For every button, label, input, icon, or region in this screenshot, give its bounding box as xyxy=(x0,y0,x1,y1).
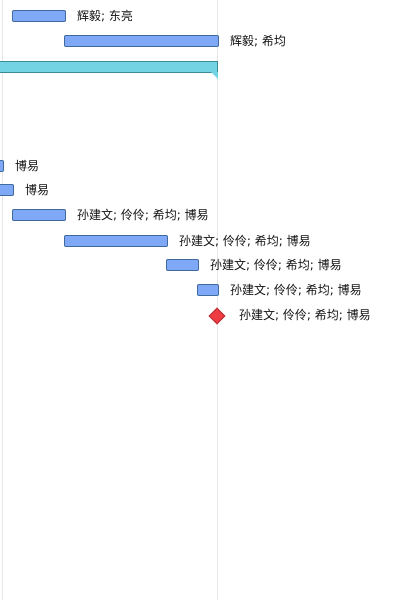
task-resource-label: 孙建文; 伶伶; 希均; 博易 xyxy=(77,208,209,222)
milestone-diamond[interactable] xyxy=(208,307,226,325)
task-bar[interactable] xyxy=(12,209,66,221)
task-bar[interactable] xyxy=(197,284,219,296)
task-bar[interactable] xyxy=(0,160,4,172)
task-resource-label: 孙建文; 伶伶; 希均; 博易 xyxy=(179,234,311,248)
task-bar[interactable] xyxy=(64,35,219,47)
task-resource-label: 孙建文; 伶伶; 希均; 博易 xyxy=(239,308,371,322)
gridline xyxy=(217,0,218,600)
task-resource-label: 博易 xyxy=(15,159,40,173)
task-resource-label: 孙建文; 伶伶; 希均; 博易 xyxy=(210,258,342,272)
summary-bar[interactable] xyxy=(0,61,218,73)
task-bar[interactable] xyxy=(12,10,66,22)
task-resource-label: 辉毅; 东亮 xyxy=(77,9,133,23)
task-bar[interactable] xyxy=(166,259,199,271)
task-resource-label: 辉毅; 希均 xyxy=(230,34,286,48)
gridline xyxy=(2,0,3,600)
task-bar[interactable] xyxy=(64,235,168,247)
summary-bar-end xyxy=(211,72,218,79)
task-resource-label: 孙建文; 伶伶; 希均; 博易 xyxy=(230,283,362,297)
task-bar[interactable] xyxy=(0,184,14,196)
task-resource-label: 博易 xyxy=(25,183,50,197)
